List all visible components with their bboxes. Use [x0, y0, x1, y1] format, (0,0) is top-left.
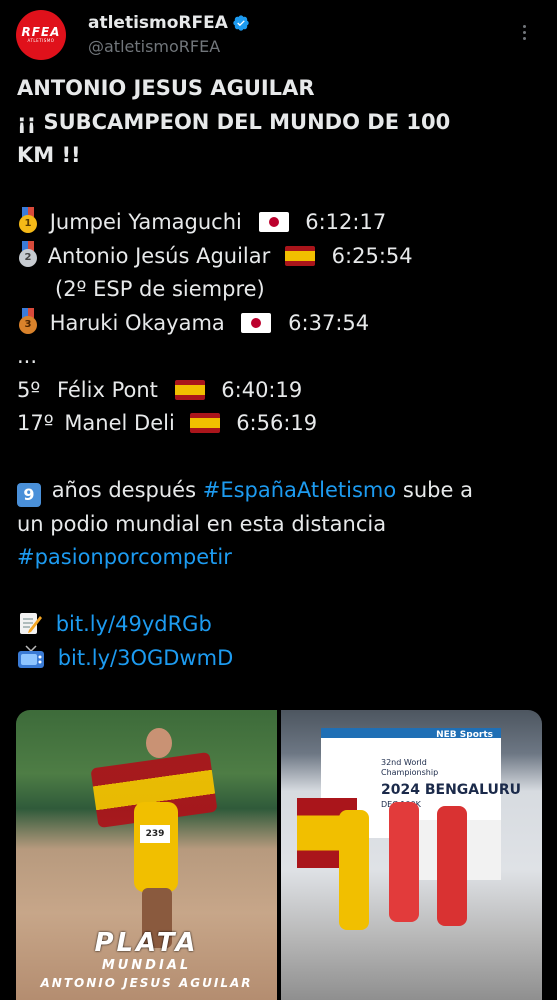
- japan-flag-icon: [241, 312, 272, 333]
- avatar[interactable]: RFEA ATLETISMO: [16, 10, 66, 60]
- paragraph-line-2: un podio mundial en esta distancia: [17, 511, 387, 536]
- result-time: 6:40:19: [221, 377, 303, 402]
- athlete-name: Jumpei Yamaguchi: [49, 210, 242, 234]
- result-time: 6:37:54: [288, 310, 370, 335]
- banner-brand: NEB Sports: [436, 730, 493, 740]
- place: 5º: [17, 377, 41, 402]
- result-row: 1 Jumpei Yamaguchi 6:12:17: [17, 206, 542, 240]
- tv-icon: [18, 644, 44, 668]
- silver-medal-icon: 2: [17, 240, 39, 267]
- plata-title: PLATA: [94, 928, 199, 958]
- athlete-figure: [339, 810, 369, 930]
- tweet-text: ANTONIO JESUS AGUILAR ¡¡ SUBCAMPEON DEL …: [17, 72, 542, 675]
- media-grid: 239 PLATA MUNDIAL ANTONIO JESUS AGUILAR …: [16, 710, 542, 1000]
- athlete-figure: [437, 806, 467, 926]
- paragraph-line-1: 9 años después #EspañaAtletismo sube a: [17, 474, 542, 508]
- ellipsis: ...: [17, 344, 38, 368]
- other-result-row: 17º Manel Deli 6:56:19: [17, 407, 542, 441]
- result-time: 6:12:17: [305, 210, 387, 234]
- link-row: bit.ly/49ydRGb: [17, 608, 542, 642]
- avatar-sub-text: ATLETISMO: [27, 38, 55, 43]
- display-name-text: atletismoRFEA: [88, 13, 228, 33]
- photo-podium[interactable]: NEB Sports 32nd World Championship 2024 …: [281, 710, 542, 1000]
- banner-text: 32nd World Championship: [381, 758, 439, 777]
- title-line-2: ¡¡ SUBCAMPEON DEL MUNDO DE 100: [17, 109, 451, 134]
- author-handle[interactable]: @atletismoRFEA: [88, 37, 250, 56]
- verified-badge-icon: [233, 15, 249, 31]
- link-1[interactable]: bit.ly/49ydRGb: [56, 612, 212, 636]
- japan-flag-icon: [258, 212, 289, 232]
- result-row: 2 Antonio Jesús Aguilar 6:25:54: [17, 240, 542, 274]
- gold-medal-icon: 1: [17, 207, 39, 233]
- banner-big-text: 2024 BENGALURU: [381, 782, 522, 798]
- place: 17º: [17, 411, 54, 435]
- bronze-medal-icon: 3: [17, 307, 39, 334]
- paragraph-post: sube a: [402, 478, 473, 502]
- spain-flag-icon: [174, 379, 205, 400]
- memo-icon: [20, 613, 42, 634]
- author-display-name[interactable]: atletismoRFEA: [88, 12, 250, 34]
- title-line-1: ANTONIO JESUS AGUILAR: [17, 76, 315, 100]
- more-options-icon[interactable]: [514, 18, 534, 46]
- result-time: 6:56:19: [236, 411, 318, 435]
- bib-number: 239: [140, 825, 170, 843]
- athlete-name: Félix Pont: [56, 377, 158, 402]
- title-line-3: KM !!: [17, 143, 81, 167]
- other-result-row: 5º Félix Pont 6:40:19: [17, 374, 542, 408]
- runner-body: [134, 802, 178, 892]
- paragraph-pre: años después: [51, 478, 197, 502]
- spain-flag-icon: [189, 413, 220, 433]
- plata-name: ANTONIO JESUS AGUILAR: [40, 976, 253, 990]
- athlete-name: Antonio Jesús Aguilar: [47, 243, 271, 268]
- keycap-nine-icon: 9: [17, 483, 41, 507]
- hashtag-espana-atletismo[interactable]: #EspañaAtletismo: [203, 478, 396, 502]
- tweet-header: RFEA ATLETISMO atletismoRFEA @atletismoR…: [16, 10, 546, 62]
- avatar-logo-text: RFEA: [21, 25, 61, 39]
- runner-head: [146, 728, 172, 758]
- result-time: 6:25:54: [331, 243, 413, 268]
- photo-plata-mundial[interactable]: 239 PLATA MUNDIAL ANTONIO JESUS AGUILAR: [16, 710, 277, 1000]
- result-note: (2º ESP de siempre): [55, 277, 265, 301]
- result-row: 3 Haruki Okayama 6:37:54: [17, 307, 542, 341]
- author-names: atletismoRFEA @atletismoRFEA: [88, 12, 250, 56]
- athlete-name: Manel Deli: [64, 411, 175, 435]
- link-row: bit.ly/3OGDwmD: [17, 642, 542, 676]
- plata-subtitle: MUNDIAL: [101, 958, 192, 973]
- athlete-figure: [389, 802, 419, 922]
- athlete-name: Haruki Okayama: [49, 310, 225, 335]
- link-2[interactable]: bit.ly/3OGDwmD: [58, 646, 234, 670]
- hashtag-pasionporcompetir[interactable]: #pasionporcompetir: [17, 541, 542, 575]
- spain-flag-icon: [284, 245, 315, 266]
